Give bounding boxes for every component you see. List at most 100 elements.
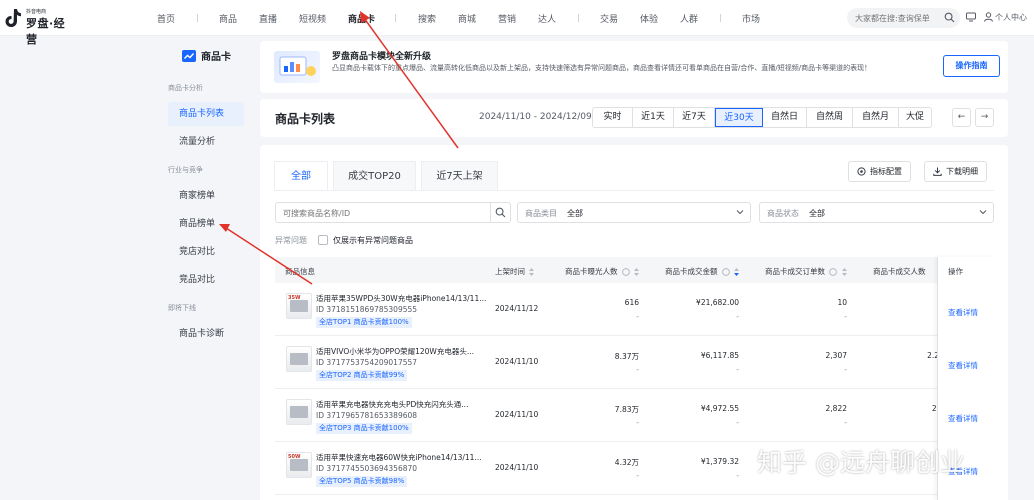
anomaly-only-checkbox[interactable] <box>318 235 328 245</box>
date-option-7days[interactable]: 近7天 <box>674 108 715 127</box>
logo-subtitle: 抖音电商 <box>26 9 47 15</box>
prev-period-button[interactable]: ← <box>952 108 971 127</box>
exposure-cell: 7.83万 <box>614 405 639 414</box>
product-name[interactable]: 适用苹果充电器快充充电头PD快充闪充头通... <box>316 399 468 410</box>
sidebar-item-product-card-diagnosis[interactable]: 商品卡诊断 <box>168 322 244 346</box>
gear-icon <box>857 167 866 176</box>
category-select[interactable]: 商品类目 全部 <box>517 202 751 223</box>
logo[interactable]: 抖音电商 罗盘·经营 <box>4 6 76 46</box>
product-search-input[interactable] <box>283 206 483 220</box>
nav-separator <box>395 14 396 22</box>
column-header-exposure[interactable]: 商品卡曝光人数 <box>565 266 640 277</box>
help-circle-icon[interactable] <box>829 268 838 276</box>
search-icon[interactable] <box>944 12 955 23</box>
help-circle-icon[interactable] <box>721 268 730 276</box>
metrics-config-button[interactable]: 指标配置 <box>848 161 911 182</box>
sidebar-item-competitor-store[interactable]: 竞店对比 <box>168 240 244 264</box>
date-option-natural-week[interactable]: 自然周 <box>807 108 853 127</box>
date-option-natural-day[interactable]: 自然日 <box>763 108 807 127</box>
tab-new-7days[interactable]: 近7天上架 <box>421 161 498 191</box>
nav-item-trade[interactable]: 交易 <box>600 12 618 25</box>
product-thumbnail[interactable]: 50W <box>286 452 312 478</box>
nav-item-short-video[interactable]: 短视频 <box>299 12 326 25</box>
sidebar-item-traffic-analysis[interactable]: 流量分析 <box>168 130 244 154</box>
nav-item-market[interactable]: 市场 <box>742 12 760 25</box>
product-search-button[interactable] <box>490 203 510 222</box>
download-detail-button[interactable]: 下载明细 <box>924 161 987 182</box>
view-detail-link[interactable]: 查看详情 <box>948 307 978 318</box>
product-rank-badge: 全店TOP3 商品卡贡献100% <box>316 423 412 434</box>
nav-item-audience[interactable]: 人群 <box>680 12 698 25</box>
sidebar-item-competitor-product[interactable]: 竞品对比 <box>168 268 244 292</box>
nav-item-marketing[interactable]: 营销 <box>498 12 516 25</box>
category-select-value: 全部 <box>567 209 583 218</box>
logo-title: 罗盘·经营 <box>26 17 66 46</box>
nav-item-home[interactable]: 首页 <box>157 12 175 25</box>
nav-separator <box>720 14 721 22</box>
column-header-amount[interactable]: 商品卡成交金额 <box>665 266 740 277</box>
product-name[interactable]: 适用苹果快速充电器60W快充iPhone14/13/11... <box>316 452 482 463</box>
status-select[interactable]: 商品状态 全部 <box>759 202 994 223</box>
global-search[interactable] <box>847 8 960 28</box>
sidebar-item-product-card-list[interactable]: 商品卡列表 <box>168 102 244 126</box>
banner-illustration <box>274 51 320 83</box>
anomaly-only-checkbox-label[interactable]: 仅展示有异常问题商品 <box>333 235 413 246</box>
download-detail-label: 下载明细 <box>946 167 978 176</box>
product-name[interactable]: 适用VIVO小米华为OPPO荣耀120W充电器头... <box>316 346 474 357</box>
product-id: ID 3717745503694356870 <box>316 464 418 473</box>
sort-icon[interactable] <box>529 268 535 276</box>
product-name[interactable]: 适用苹果35WPD头30W充电器iPhone14/13/11... <box>316 293 486 304</box>
view-detail-link[interactable]: 查看详情 <box>948 413 978 424</box>
product-thumbnail[interactable] <box>286 399 312 425</box>
nav-item-product-card[interactable]: 商品卡 <box>348 12 375 25</box>
nav-item-influencer[interactable]: 达人 <box>538 12 556 25</box>
metrics-config-label: 指标配置 <box>870 167 902 176</box>
product-rank-badge: 全店TOP5 商品卡贡献98% <box>316 476 408 487</box>
operation-guide-button[interactable]: 操作指南 <box>943 55 1000 77</box>
date-option-realtime[interactable]: 实时 <box>593 108 633 127</box>
search-icon <box>495 207 506 218</box>
tab-all[interactable]: 全部 <box>274 161 328 191</box>
view-detail-link[interactable]: 查看详情 <box>948 360 978 371</box>
douyin-logo-icon <box>5 9 21 27</box>
sort-icon[interactable] <box>841 268 847 276</box>
monitor-icon[interactable] <box>966 12 976 22</box>
exposure-change: - <box>636 418 639 427</box>
product-rank-badge: 全店TOP2 商品卡贡献99% <box>316 370 408 381</box>
product-search-field[interactable] <box>275 202 511 223</box>
product-rank-badge: 全店TOP1 商品卡贡献100% <box>316 317 412 328</box>
nav-separator <box>197 14 198 22</box>
amount-cell: ¥4,972.55 <box>700 404 739 413</box>
tab-top20[interactable]: 成交TOP20 <box>333 161 416 191</box>
orders-change: - <box>844 418 847 427</box>
sort-desc-icon[interactable] <box>734 268 740 276</box>
exposure-cell: 4.32万 <box>614 458 639 467</box>
nav-item-live[interactable]: 直播 <box>259 12 277 25</box>
next-period-button[interactable]: → <box>975 108 994 127</box>
sidebar-item-product-ranking[interactable]: 商品榜单 <box>168 212 244 236</box>
sidebar-header-label: 商品卡 <box>201 52 231 63</box>
sidebar-item-merchant-ranking[interactable]: 商家榜单 <box>168 184 244 208</box>
category-select-label: 商品类目 <box>525 209 557 218</box>
user-center-link[interactable]: 个人中心 <box>995 12 1027 23</box>
date-option-promotion[interactable]: 大促 <box>899 108 931 127</box>
nav-item-search[interactable]: 搜索 <box>418 12 436 25</box>
global-search-input[interactable] <box>847 8 937 28</box>
date-option-natural-month[interactable]: 自然月 <box>853 108 899 127</box>
column-header-buyers[interactable]: 商品卡成交人数 <box>873 266 926 277</box>
user-icon[interactable] <box>984 12 993 22</box>
date-option-30days[interactable]: 近30天 <box>715 108 763 127</box>
table-row: 35W 适用苹果35WPD头30W充电器iPhone14/13/11... ID… <box>275 284 995 336</box>
column-header-orders[interactable]: 商品卡成交订单数 <box>765 266 847 277</box>
product-id: ID 3717965781653389608 <box>316 411 418 420</box>
help-circle-icon[interactable] <box>621 268 630 276</box>
nav-item-experience[interactable]: 体验 <box>640 12 658 25</box>
date-range[interactable]: 2024/11/10 - 2024/12/09 <box>479 112 592 122</box>
nav-item-mall[interactable]: 商城 <box>458 12 476 25</box>
date-option-1day[interactable]: 近1天 <box>633 108 674 127</box>
column-header-list-time[interactable]: 上架时间 <box>495 266 535 277</box>
sort-icon[interactable] <box>634 268 640 276</box>
product-thumbnail[interactable]: 35W <box>286 293 312 319</box>
nav-item-goods[interactable]: 商品 <box>219 12 237 25</box>
product-thumbnail[interactable] <box>286 346 312 372</box>
